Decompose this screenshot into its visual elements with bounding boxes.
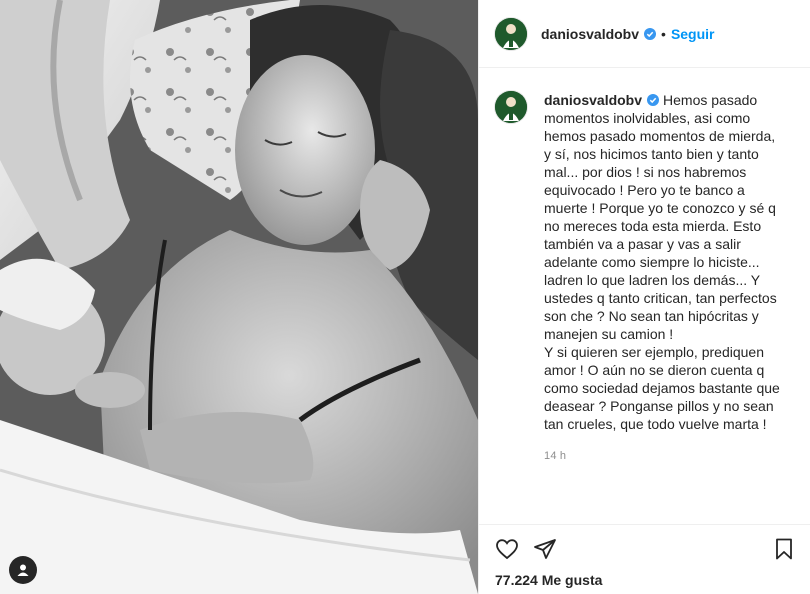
header-separator: •: [661, 25, 666, 42]
verified-badge-icon: [647, 94, 660, 106]
post-photo[interactable]: [0, 0, 478, 594]
follow-button[interactable]: Seguir: [671, 26, 715, 42]
paper-plane-icon[interactable]: [531, 535, 559, 563]
post-actions: 77.224 Me gusta: [479, 524, 810, 594]
post-timestamp[interactable]: 14 h: [544, 447, 784, 465]
verified-badge-icon: [644, 27, 657, 40]
bookmark-icon[interactable]: [770, 535, 798, 563]
post-sidebar: daniosvaldobv • Seguir daniosvaldobv Hemo…: [478, 0, 810, 594]
comments-area: daniosvaldobv Hemos pasado momentos inolv…: [479, 69, 810, 524]
caption-username[interactable]: daniosvaldobv: [544, 92, 642, 108]
likes-count[interactable]: 77.224 Me gusta: [495, 572, 602, 588]
header-username[interactable]: daniosvaldobv: [541, 26, 639, 42]
heart-icon[interactable]: [493, 535, 521, 563]
post-photo-image: [0, 0, 478, 594]
tagged-users-button[interactable]: [9, 556, 37, 584]
caption-text: Hemos pasado momentos inolvidables, asi …: [544, 92, 780, 432]
avatar[interactable]: [495, 17, 527, 50]
user-tag-icon: [16, 563, 30, 577]
caption-avatar[interactable]: [495, 91, 527, 123]
post-header: daniosvaldobv • Seguir: [479, 0, 810, 68]
caption-text-block: daniosvaldobv Hemos pasado momentos inolv…: [544, 91, 784, 465]
caption: daniosvaldobv Hemos pasado momentos inolv…: [479, 69, 810, 465]
